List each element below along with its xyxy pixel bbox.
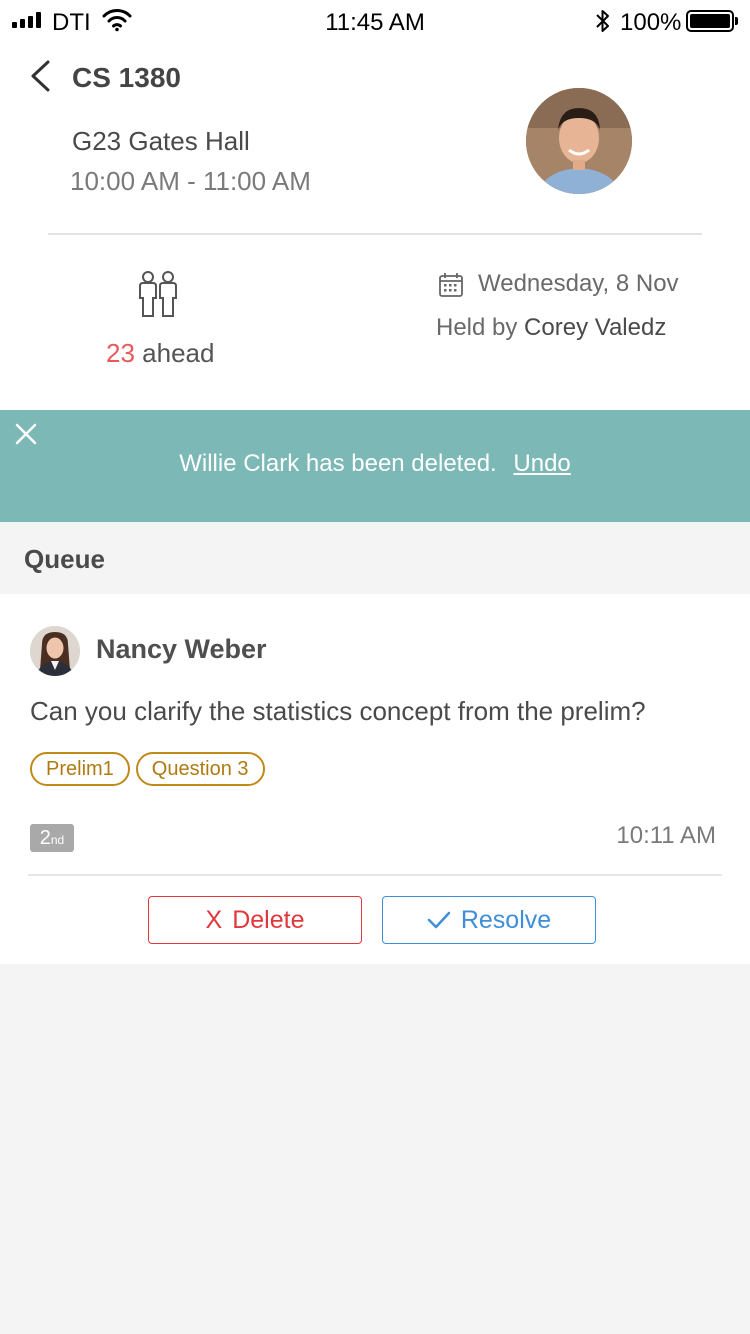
ahead-count: 23 ahead [106, 338, 214, 369]
position-badge: 2nd [30, 824, 74, 852]
calendar-icon [438, 272, 464, 298]
snackbar-message: Willie Clark has been deleted. Undo [0, 450, 750, 478]
student-avatar [30, 626, 80, 676]
queue-section-header: Queue [0, 522, 750, 594]
question-time: 10:11 AM [616, 822, 716, 849]
back-arrow-icon [31, 60, 50, 92]
tag-list: Prelim1 Question 3 [30, 752, 265, 786]
location: G23 Gates Hall [72, 126, 250, 156]
delete-label: Delete [232, 905, 305, 934]
delete-button[interactable]: X Delete [148, 896, 362, 944]
held-by-name: Corey Valedz [524, 314, 667, 341]
battery-percent: 100% [620, 9, 682, 36]
position-number: 2 [39, 827, 51, 849]
ahead-label: ahead [142, 338, 215, 368]
resolve-button[interactable]: Resolve [382, 896, 596, 944]
header-divider [48, 233, 702, 235]
session-date: Wednesday, 8 Nov [478, 270, 679, 297]
card-divider [28, 874, 722, 876]
held-by: Held by Corey Valedz [436, 314, 666, 342]
close-icon[interactable] [14, 422, 38, 446]
queue-item: Nancy Weber Can you clarify the statisti… [0, 594, 750, 964]
held-by-label: Held by [436, 314, 518, 341]
delete-x-icon: X [205, 905, 223, 934]
position-suffix: nd [50, 833, 65, 847]
question-text: Can you clarify the statistics concept f… [30, 696, 646, 726]
office-hours-header: CS 1380 G23 Gates Hall 10:00 AM - 11:00 … [0, 44, 750, 410]
time-range: 10:00 AM - 11:00 AM [70, 166, 311, 196]
bluetooth-icon [594, 8, 612, 41]
tag[interactable]: Prelim1 [30, 752, 130, 786]
status-bar: DTI 11:45 AM 100% [0, 0, 750, 44]
queue-title: Queue [24, 544, 105, 574]
undo-link[interactable]: Undo [513, 450, 570, 477]
back-button[interactable] [28, 56, 60, 96]
people-icon [136, 270, 180, 318]
snackbar-message-text: Willie Clark has been deleted. [179, 450, 497, 477]
student-name: Nancy Weber [96, 634, 267, 664]
checkmark-icon [427, 911, 451, 929]
course-title: CS 1380 [72, 62, 181, 93]
app-screen: DTI 11:45 AM 100% CS 1380 G23 Gates Hall… [0, 0, 750, 1334]
ahead-number: 23 [106, 338, 135, 368]
resolve-label: Resolve [460, 905, 552, 934]
battery-icon [686, 10, 738, 32]
undo-snackbar: Willie Clark has been deleted. Undo [0, 410, 750, 522]
ta-avatar [526, 88, 632, 194]
tag[interactable]: Question 3 [135, 752, 265, 786]
